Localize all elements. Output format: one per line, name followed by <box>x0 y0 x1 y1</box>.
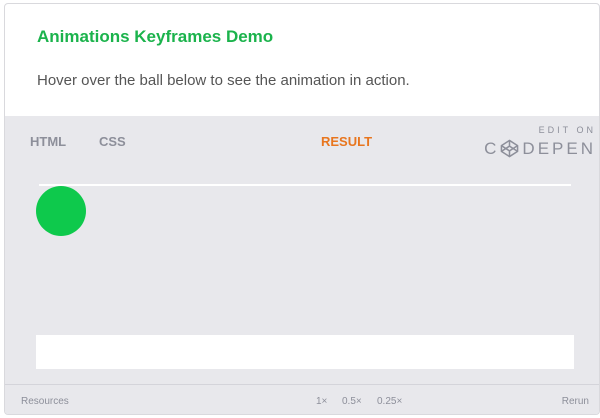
resources-button[interactable]: Resources <box>21 396 69 407</box>
demo-description: Hover over the ball below to see the ani… <box>37 72 410 89</box>
codepen-logo-icon <box>501 139 519 158</box>
codepen-wordmark: C DEPEN <box>484 138 596 159</box>
tab-result[interactable]: RESULT <box>321 134 372 149</box>
demo-card: Animations Keyframes Demo Hover over the… <box>4 3 600 415</box>
codepen-wordmark-left: C <box>484 139 500 158</box>
codepen-wordmark-right: DEPEN <box>522 139 596 158</box>
rerun-button[interactable]: Rerun <box>562 396 589 407</box>
tab-css[interactable]: CSS <box>99 134 126 149</box>
result-bottom-strip <box>36 335 574 369</box>
codepen-embed: HTML CSS RESULT EDIT ON C DEPEN Resource… <box>5 116 599 414</box>
edit-on-codepen-link[interactable]: EDIT ON C DEPEN <box>484 125 593 159</box>
embed-footer: Resources 1× 0.5× 0.25× Rerun <box>5 385 599 414</box>
tab-html[interactable]: HTML <box>30 134 66 149</box>
animated-ball[interactable] <box>36 186 86 236</box>
demo-title: Animations Keyframes Demo <box>37 27 274 46</box>
result-frame <box>36 184 574 335</box>
speed-0-5x-button[interactable]: 0.5× <box>342 396 362 407</box>
page: Animations Keyframes Demo Hover over the… <box>0 0 600 418</box>
edit-on-label: EDIT ON <box>538 125 596 135</box>
speed-1x-button[interactable]: 1× <box>316 396 327 407</box>
speed-0-25x-button[interactable]: 0.25× <box>377 396 402 407</box>
